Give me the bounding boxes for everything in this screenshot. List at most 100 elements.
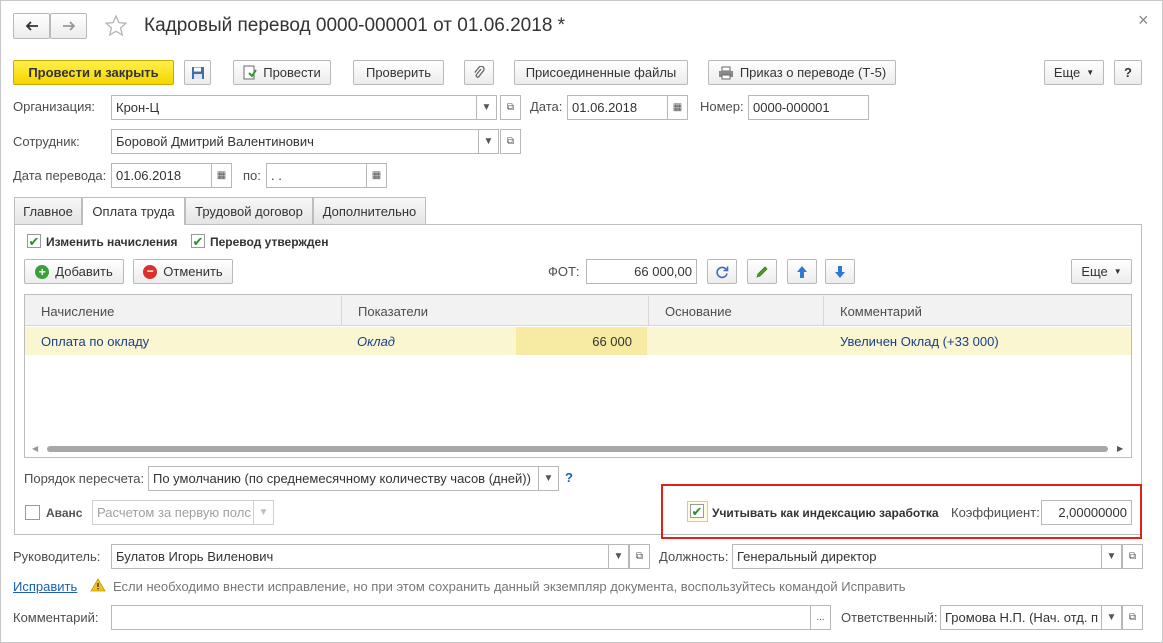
comment-field[interactable] [111, 605, 811, 630]
row-value-cell[interactable]: 66 000 [516, 327, 632, 355]
move-down-button[interactable] [825, 259, 855, 284]
print-order-label: Приказ о переводе (Т-5) [739, 65, 887, 80]
edit-button[interactable] [747, 259, 777, 284]
horizontal-scrollbar[interactable] [47, 446, 1108, 452]
position-field[interactable]: Генеральный директор [732, 544, 1102, 569]
fix-link[interactable]: Исправить [13, 579, 77, 595]
fot-field[interactable]: 66 000,00 [586, 259, 697, 284]
manager-field[interactable]: Булатов Игорь Виленович [111, 544, 609, 569]
coefficient-field[interactable]: 2,00000000 [1041, 500, 1132, 525]
save-button[interactable] [184, 60, 211, 85]
approved-label: Перевод утвержден [210, 235, 329, 249]
employee-field[interactable]: Боровой Дмитрий Валентинович [111, 129, 479, 154]
to-date-field[interactable]: . . [266, 163, 367, 188]
position-label: Должность: [659, 549, 729, 564]
back-button[interactable] [13, 13, 50, 39]
tab-main[interactable]: Главное [14, 197, 82, 224]
manager-open-icon[interactable]: ⧉ [629, 544, 650, 569]
recalc-label: Порядок пересчета: [24, 471, 145, 486]
scroll-left-icon[interactable]: ◀ [32, 444, 38, 453]
printer-icon [718, 66, 733, 79]
column-header-basis[interactable]: Основание [649, 296, 824, 326]
cancel-label: Отменить [163, 264, 223, 279]
row-comment-cell[interactable]: Увеличен Оклад (+33 000) [840, 327, 999, 355]
plus-icon: + [35, 264, 50, 279]
number-field[interactable]: 0000-000001 [748, 95, 869, 120]
change-accruals-checkbox[interactable]: ✔ [27, 234, 41, 248]
row-indicator-cell[interactable]: Оклад [357, 327, 395, 355]
dropdown-triangle-icon: ▼ [1086, 68, 1095, 77]
table-more-button[interactable]: Еще ▼ [1071, 259, 1132, 284]
tab-additional[interactable]: Дополнительно [313, 197, 426, 224]
indexation-checkbox[interactable]: ✔ [690, 504, 704, 518]
number-label: Номер: [700, 99, 744, 114]
tab-contract[interactable]: Трудовой договор [185, 197, 313, 224]
cancel-accrual-button[interactable]: − Отменить [133, 259, 233, 284]
employee-label: Сотрудник: [13, 134, 80, 149]
forward-button[interactable] [50, 13, 87, 39]
organization-dropdown-icon[interactable]: ▼ [476, 95, 497, 120]
advance-field: Расчетом за первую полс [92, 500, 254, 525]
column-header-accrual[interactable]: Начисление [25, 296, 342, 326]
calendar-icon[interactable]: ▦ [667, 95, 688, 120]
advance-label: Аванс [46, 506, 83, 520]
employee-dropdown-icon[interactable]: ▼ [478, 129, 499, 154]
add-button[interactable]: + Добавить [24, 259, 124, 284]
indexation-label: Учитывать как индексацию заработка [712, 506, 939, 520]
close-icon[interactable]: × [1138, 10, 1149, 31]
transfer-calendar-icon[interactable]: ▦ [211, 163, 232, 188]
coefficient-label: Коэффициент: [951, 505, 1040, 520]
arrow-up-icon [797, 265, 807, 278]
post-button[interactable]: Провести [233, 60, 331, 85]
to-calendar-icon[interactable]: ▦ [366, 163, 387, 188]
more-button[interactable]: Еще ▼ [1044, 60, 1104, 85]
attach-button[interactable] [464, 60, 494, 85]
post-and-close-button[interactable]: Провести и закрыть [13, 60, 174, 85]
refresh-button[interactable] [707, 259, 737, 284]
move-up-button[interactable] [787, 259, 817, 284]
attached-files-button[interactable]: Присоединенные файлы [514, 60, 688, 85]
organization-field[interactable]: Крон-Ц [111, 95, 477, 120]
help-button[interactable]: ? [1114, 60, 1142, 85]
fot-label: ФОТ: [548, 264, 580, 279]
approved-checkbox[interactable]: ✔ [191, 234, 205, 248]
advance-checkbox[interactable] [25, 505, 40, 520]
table-more-label: Еще [1081, 264, 1108, 279]
warning-text: Если необходимо внести исправление, но п… [113, 579, 906, 594]
organization-label: Организация: [13, 99, 96, 114]
recalc-help-icon[interactable]: ? [565, 470, 573, 485]
column-header-indicators[interactable]: Показатели [342, 296, 649, 326]
position-dropdown-icon[interactable]: ▼ [1101, 544, 1122, 569]
organization-open-icon[interactable]: ⧉ [500, 95, 521, 120]
more-label: Еще [1053, 65, 1081, 80]
floppy-disk-icon [191, 66, 204, 79]
comment-expand-button[interactable]: ... [810, 605, 831, 630]
manager-dropdown-icon[interactable]: ▼ [608, 544, 629, 569]
favorite-star-icon[interactable] [104, 14, 128, 41]
row-accrual-cell[interactable]: Оплата по окладу [41, 327, 149, 355]
responsible-dropdown-icon[interactable]: ▼ [1101, 605, 1122, 630]
print-order-button[interactable]: Приказ о переводе (Т-5) [708, 60, 896, 85]
post-document-icon [243, 65, 258, 80]
date-label: Дата: [530, 99, 563, 114]
advance-dropdown-icon: ▼ [253, 500, 274, 525]
date-field[interactable]: 01.06.2018 [567, 95, 668, 120]
scroll-right-icon[interactable]: ▶ [1117, 444, 1123, 453]
column-header-comment[interactable]: Комментарий [824, 296, 1131, 326]
manager-label: Руководитель: [13, 549, 101, 564]
arrow-right-icon [62, 21, 75, 31]
recalc-field[interactable]: По умолчанию (по среднемесячному количес… [148, 466, 539, 491]
transfer-date-label: Дата перевода: [13, 168, 107, 183]
paperclip-icon [474, 65, 485, 78]
to-label: по: [243, 168, 261, 183]
employee-open-icon[interactable]: ⧉ [500, 129, 521, 154]
dropdown-triangle-icon: ▼ [1113, 267, 1122, 276]
responsible-field[interactable]: Громова Н.П. (Нач. отд. п [940, 605, 1102, 630]
transfer-date-field[interactable]: 01.06.2018 [111, 163, 212, 188]
recalc-dropdown-icon[interactable]: ▼ [538, 466, 559, 491]
minus-icon: − [143, 264, 158, 279]
responsible-open-icon[interactable]: ⧉ [1122, 605, 1143, 630]
check-button[interactable]: Проверить [353, 60, 444, 85]
tab-pay[interactable]: Оплата труда [82, 197, 185, 225]
position-open-icon[interactable]: ⧉ [1122, 544, 1143, 569]
